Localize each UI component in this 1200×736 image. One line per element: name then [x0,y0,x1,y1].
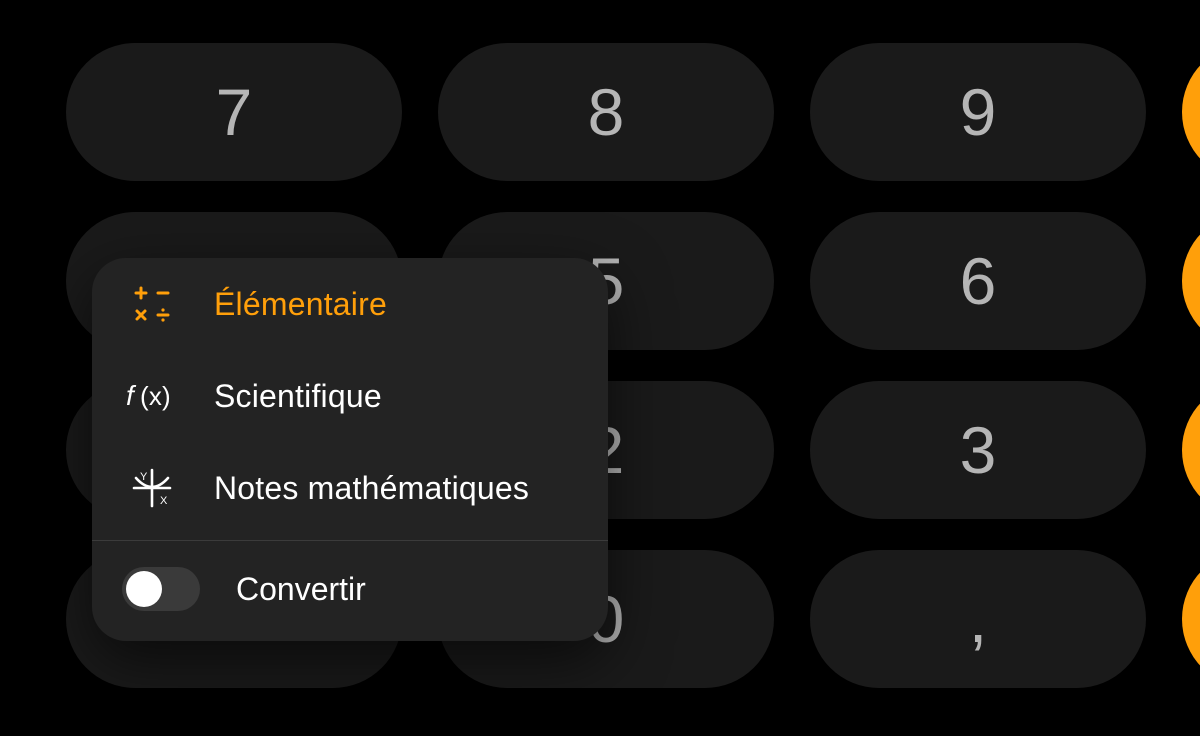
svg-text:(x): (x) [140,381,171,411]
mode-menu: Élémentaire f (x) Scientifique Y X Notes… [92,258,608,641]
menu-item-scientific[interactable]: f (x) Scientifique [92,350,608,442]
key-9[interactable]: 9 [810,43,1146,181]
menu-item-label: Scientifique [214,378,382,415]
menu-item-convert[interactable]: Convertir [92,541,608,641]
convert-toggle[interactable] [122,567,200,611]
key-operator-mid2[interactable] [1182,381,1200,519]
key-7[interactable]: 7 [66,43,402,181]
menu-item-label: Élémentaire [214,286,387,323]
basic-calc-icon [126,282,178,326]
key-decimal[interactable]: , [810,550,1146,688]
key-8[interactable]: 8 [438,43,774,181]
svg-text:Y: Y [140,471,148,483]
math-notes-icon: Y X [126,466,178,510]
key-operator-mid1[interactable] [1182,212,1200,350]
key-6[interactable]: 6 [810,212,1146,350]
key-operator-top[interactable] [1182,43,1200,181]
convert-label: Convertir [236,571,366,608]
menu-item-math-notes[interactable]: Y X Notes mathématiques [92,442,608,534]
menu-item-label: Notes mathématiques [214,470,529,507]
svg-text:X: X [160,495,168,507]
menu-item-basic[interactable]: Élémentaire [92,258,608,350]
key-3[interactable]: 3 [810,381,1146,519]
function-icon: f (x) [126,374,178,418]
key-equals[interactable] [1182,550,1200,688]
svg-text:f: f [126,380,137,411]
